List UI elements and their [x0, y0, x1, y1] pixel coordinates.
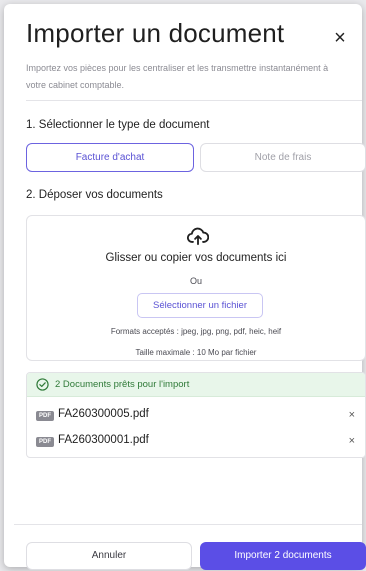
ready-status-text: 2 Documents prêts pour l'import — [55, 379, 190, 390]
select-file-button[interactable]: Sélectionner un fichier — [137, 293, 263, 318]
header-divider — [26, 100, 362, 101]
modal-subtitle: Importez vos pièces pour les centraliser… — [26, 63, 329, 90]
footer-divider — [14, 524, 362, 525]
accepted-formats: Formats acceptés : jpeg, jpg, png, pdf, … — [110, 327, 282, 336]
ready-banner: 2 Documents prêts pour l'import — [27, 373, 365, 397]
type-option-facture-achat[interactable]: Facture d'achat — [26, 143, 194, 172]
file-name: FA260300005.pdf — [58, 408, 149, 420]
max-file-size: Taille maximale : 10 Mo par fichier — [135, 348, 257, 357]
cancel-button[interactable]: Annuler — [26, 542, 192, 570]
check-circle-icon — [36, 378, 49, 391]
modal-title: Importer un document — [26, 18, 285, 48]
step2-label: 2. Déposer vos documents — [26, 189, 163, 201]
remove-file-icon[interactable]: × — [349, 409, 355, 421]
file-row: PDF FA260300005.pdf × — [27, 403, 365, 429]
dropzone-or: Ou — [189, 276, 202, 286]
file-name: FA260300001.pdf — [58, 434, 149, 446]
import-documents-button[interactable]: Importer 2 documents — [200, 542, 366, 570]
pdf-file-icon: PDF — [36, 437, 54, 447]
file-dropzone[interactable]: Glisser ou copier vos documents ici Ou S… — [26, 215, 366, 361]
step1-label: 1. Sélectionner le type de document — [26, 119, 210, 131]
import-document-modal: Importer un document × Importez vos pièc… — [4, 4, 366, 570]
close-icon[interactable]: × — [330, 28, 350, 48]
type-option-note-de-frais[interactable]: Note de frais — [200, 143, 366, 172]
file-row: PDF FA260300001.pdf × — [27, 429, 365, 455]
dropzone-title: Glisser ou copier vos documents ici — [105, 252, 287, 264]
remove-file-icon[interactable]: × — [349, 435, 355, 447]
ready-files-panel: 2 Documents prêts pour l'import PDF FA26… — [26, 372, 366, 458]
pdf-file-icon: PDF — [36, 411, 54, 421]
cloud-upload-icon — [187, 227, 209, 246]
